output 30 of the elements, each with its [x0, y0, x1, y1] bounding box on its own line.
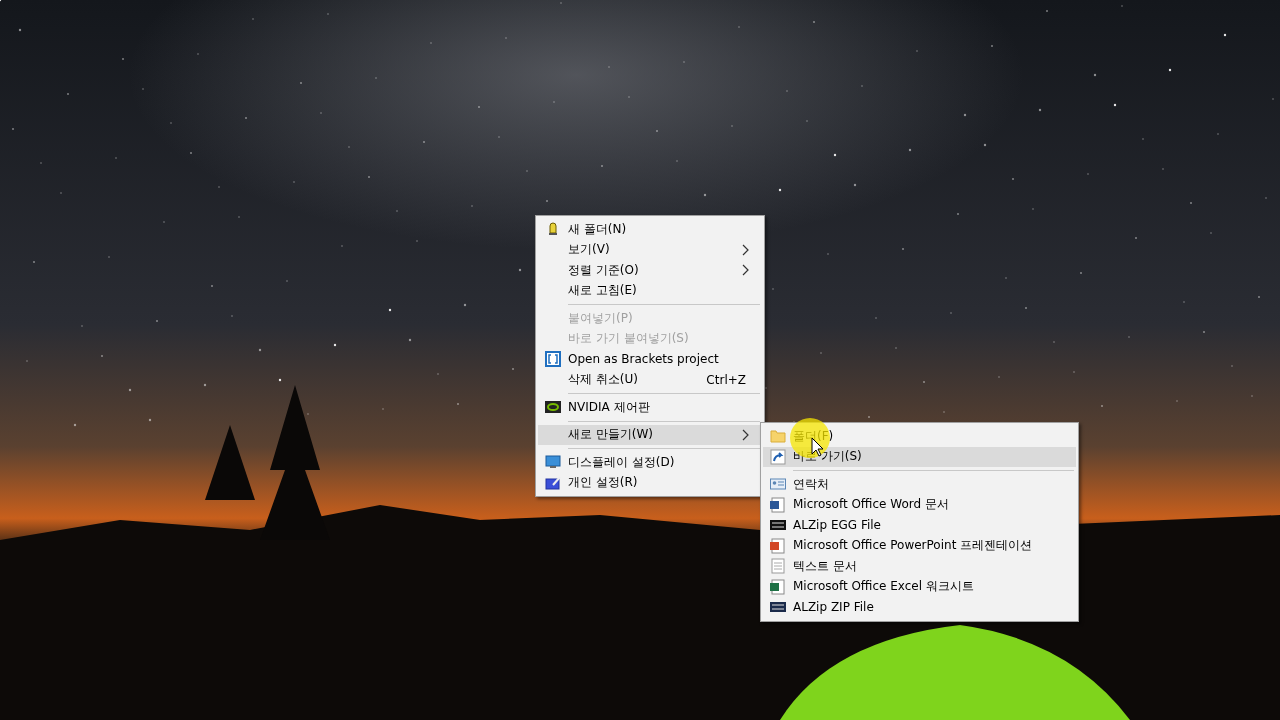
menu-item[interactable]: 디스플레이 설정(D) [538, 452, 762, 473]
contact-card-icon [770, 476, 786, 492]
menu-item[interactable]: Microsoft Office PowerPoint 프레젠테이션 [763, 535, 1076, 556]
menu-item[interactable]: 새로 고침(E) [538, 280, 762, 301]
menu-item[interactable]: 텍스트 문서 [763, 556, 1076, 577]
menu-item[interactable]: 정렬 기준(O) [538, 260, 762, 281]
shortcut-text: Ctrl+Z [706, 372, 746, 387]
folder-icon [770, 428, 786, 444]
menu-item[interactable]: Open as Brackets project [538, 349, 762, 370]
document-icon [770, 496, 786, 513]
menu-item[interactable]: Microsoft Office Excel 워크시트 [763, 576, 1076, 597]
nvidia-logo-icon [545, 399, 561, 415]
menu-item[interactable]: 새 폴더(N) [538, 219, 762, 240]
menu-item[interactable]: NVIDIA 제어판 [538, 397, 762, 418]
menu-item[interactable]: 보기(V) [538, 239, 762, 260]
text-document-icon [770, 558, 786, 574]
monitor-icon [545, 454, 561, 470]
document-icon [770, 537, 786, 554]
document-icon [770, 578, 786, 595]
archive-icon [770, 517, 786, 533]
archive-icon [770, 599, 786, 615]
menu-item[interactable]: ALZip EGG File [763, 515, 1076, 536]
menu-item[interactable]: 새로 만들기(W) [538, 424, 762, 445]
menu-item[interactable]: Microsoft Office Word 문서 [763, 494, 1076, 515]
menu-item[interactable]: 삭제 취소(U) Ctrl+Z [538, 369, 762, 390]
menu-item[interactable]: 바로 가기(S) [763, 446, 1076, 467]
brackets-icon [545, 351, 561, 367]
menu-item[interactable]: ALZip ZIP File [763, 597, 1076, 618]
menu-item[interactable]: 개인 설정(R) [538, 472, 762, 493]
menu-item[interactable]: 연락처 [763, 474, 1076, 495]
